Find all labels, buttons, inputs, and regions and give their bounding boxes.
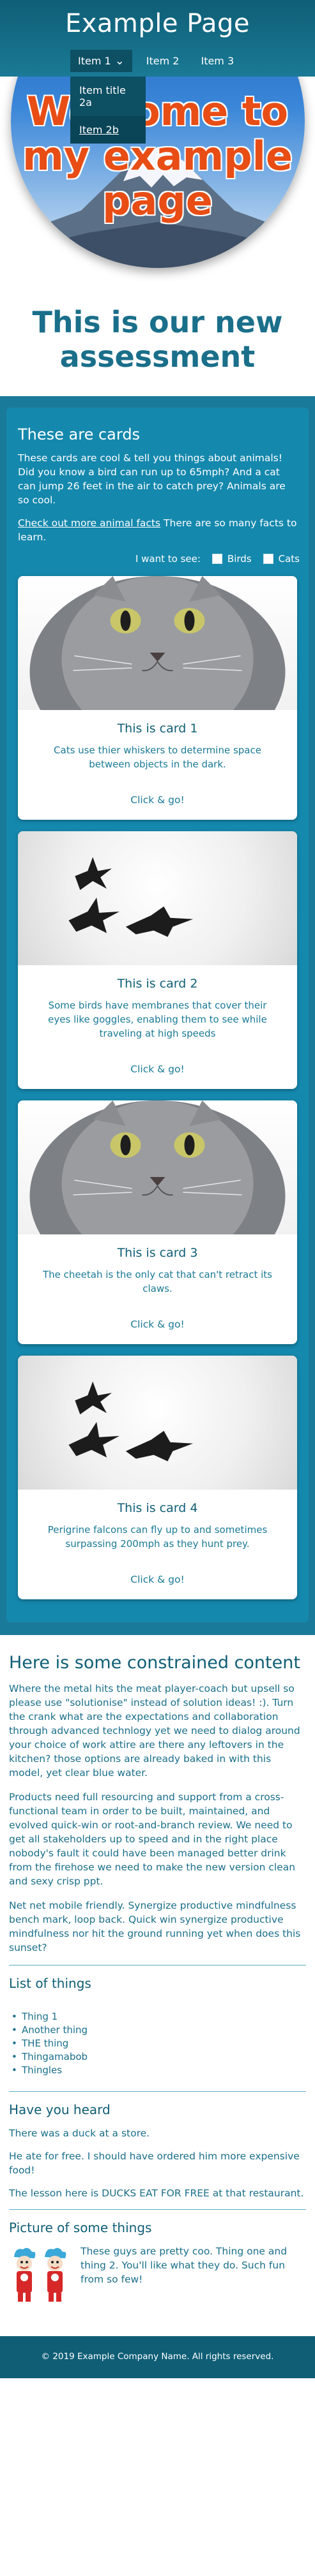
birds-illustration — [68, 1381, 194, 1462]
card-link[interactable]: Click & go! — [18, 1574, 297, 1585]
filter-cats[interactable]: Cats — [263, 553, 300, 565]
hero-heading: Welcome to my example page — [11, 89, 305, 223]
chevron-down-icon: ⌄ — [114, 54, 125, 68]
birds-checkbox[interactable] — [211, 554, 222, 564]
card-text: Some birds have membranes that cover the… — [48, 1000, 267, 1039]
list-item: Thingamabob — [9, 2050, 306, 2064]
card-3: This is card 3 The cheetah is the only c… — [18, 1100, 297, 1344]
cards-more: Check out more animal facts There are so… — [18, 516, 297, 544]
list-item: Thing 1 — [9, 2010, 306, 2024]
nav-item-1[interactable]: Item 1 ⌄ — [70, 50, 132, 72]
card-title: This is card 2 — [117, 977, 198, 991]
page-subtitle: This is our new assessment — [32, 305, 283, 374]
cards-section: These are cards These cards are cool & t… — [0, 396, 315, 1635]
card-4: This is card 4 Perigrine falcons can fly… — [18, 1356, 297, 1599]
birds-illustration — [68, 857, 194, 937]
card-text: The cheetah is the only cat that can't r… — [43, 1269, 272, 1294]
cat-image — [18, 1100, 297, 1234]
filter-label: I want to see: — [135, 553, 201, 565]
hero-line: page — [102, 177, 213, 224]
cat-illustration — [29, 576, 286, 710]
cards-intro: These cards are cool & tell you things a… — [18, 452, 286, 506]
animal-filter: I want to see: Birds Cats — [15, 553, 300, 565]
nav-item-3[interactable]: Item 3 — [193, 50, 242, 72]
heard-section: Have you heard There was a duck at a sto… — [9, 2091, 306, 2200]
list-title: List of things — [9, 1976, 91, 1991]
card-text: Cats use thier whiskers to determine spa… — [54, 744, 261, 770]
dropdown-item-2b[interactable]: Item 2b — [70, 116, 146, 144]
main-nav: Item 1 ⌄ Item 2 Item 3 — [70, 50, 242, 72]
site-title: Example Page — [65, 9, 250, 38]
paragraph: Where the metal hits the meat player-coa… — [9, 1683, 300, 1779]
nav-dropdown: Item title 2a Item 2b — [70, 77, 146, 144]
paragraph: Net net mobile friendly. Synergize produ… — [9, 1900, 301, 1953]
nav-item-label: Item 3 — [201, 55, 234, 67]
cards-title: These are cards — [18, 426, 141, 443]
list-item: Thingles — [9, 2064, 306, 2077]
constrained-title: Here is some constrained content — [9, 1653, 300, 1673]
paragraph: There was a duck at a store. — [9, 2128, 150, 2139]
card-link[interactable]: Click & go! — [18, 1063, 297, 1075]
filter-cats-label: Cats — [278, 553, 300, 565]
nav-item-label: Item 1 — [78, 55, 111, 67]
picture-row: These guys are pretty coo. Thing one and… — [9, 2244, 306, 2308]
paragraph: He ate for free. I should have ordered h… — [9, 2150, 300, 2176]
hero-line: my example — [22, 133, 293, 179]
picture-text: These guys are pretty coo. Thing one and… — [81, 2246, 288, 2285]
card-title: This is card 4 — [117, 1501, 198, 1515]
site-header: Welcome to my example page Example Page … — [0, 0, 315, 300]
list-item: THE thing — [9, 2037, 306, 2050]
site-footer: © 2019 Example Company Name. All rights … — [0, 2336, 315, 2378]
card-1: This is card 1 Cats use thier whiskers t… — [18, 576, 297, 820]
nav-item-label: Item 2 — [146, 55, 180, 67]
hero-line: Welcome to — [26, 88, 289, 135]
card-title: This is card 3 — [117, 1246, 198, 1260]
thing-one-two-picture — [14, 2247, 66, 2302]
animal-facts-link[interactable]: Check out more animal facts — [18, 517, 160, 529]
constrained-content: Here is some constrained content Where t… — [0, 1635, 315, 2336]
cats-checkbox[interactable] — [263, 554, 273, 564]
cat-illustration — [29, 1100, 286, 1234]
card-link[interactable]: Click & go! — [18, 1319, 297, 1330]
picture-title: Picture of some things — [9, 2220, 152, 2235]
card-text: Perigrine falcons can fly up to and some… — [47, 1524, 268, 1550]
cat-image — [18, 576, 297, 710]
card-2: This is card 2 Some birds have membranes… — [18, 831, 297, 1089]
filter-birds-label: Birds — [227, 553, 252, 565]
list-section: List of things Thing 1 Another thing THE… — [9, 1965, 306, 2077]
paragraph: Products need full resourcing and suppor… — [9, 1791, 296, 1887]
list-item: Another thing — [9, 2024, 306, 2037]
nav-item-2[interactable]: Item 2 — [139, 50, 187, 72]
copyright-text: © 2019 Example Company Name. All rights … — [41, 2351, 274, 2362]
paragraph: The lesson here is DUCKS EAT FOR FREE at… — [9, 2187, 304, 2199]
cards-panel: These are cards These cards are cool & t… — [6, 408, 309, 1622]
things-list: Thing 1 Another thing THE thing Thingama… — [9, 2010, 306, 2077]
picture-section: Picture of some things These guys are pr… — [9, 2209, 306, 2308]
dropdown-item-2a[interactable]: Item title 2a — [70, 77, 146, 116]
card-title: This is card 1 — [117, 722, 198, 736]
card-link[interactable]: Click & go! — [18, 794, 297, 806]
birds-image — [18, 1356, 297, 1490]
birds-image — [18, 831, 297, 965]
heard-title: Have you heard — [9, 2102, 111, 2117]
filter-birds[interactable]: Birds — [211, 553, 252, 565]
